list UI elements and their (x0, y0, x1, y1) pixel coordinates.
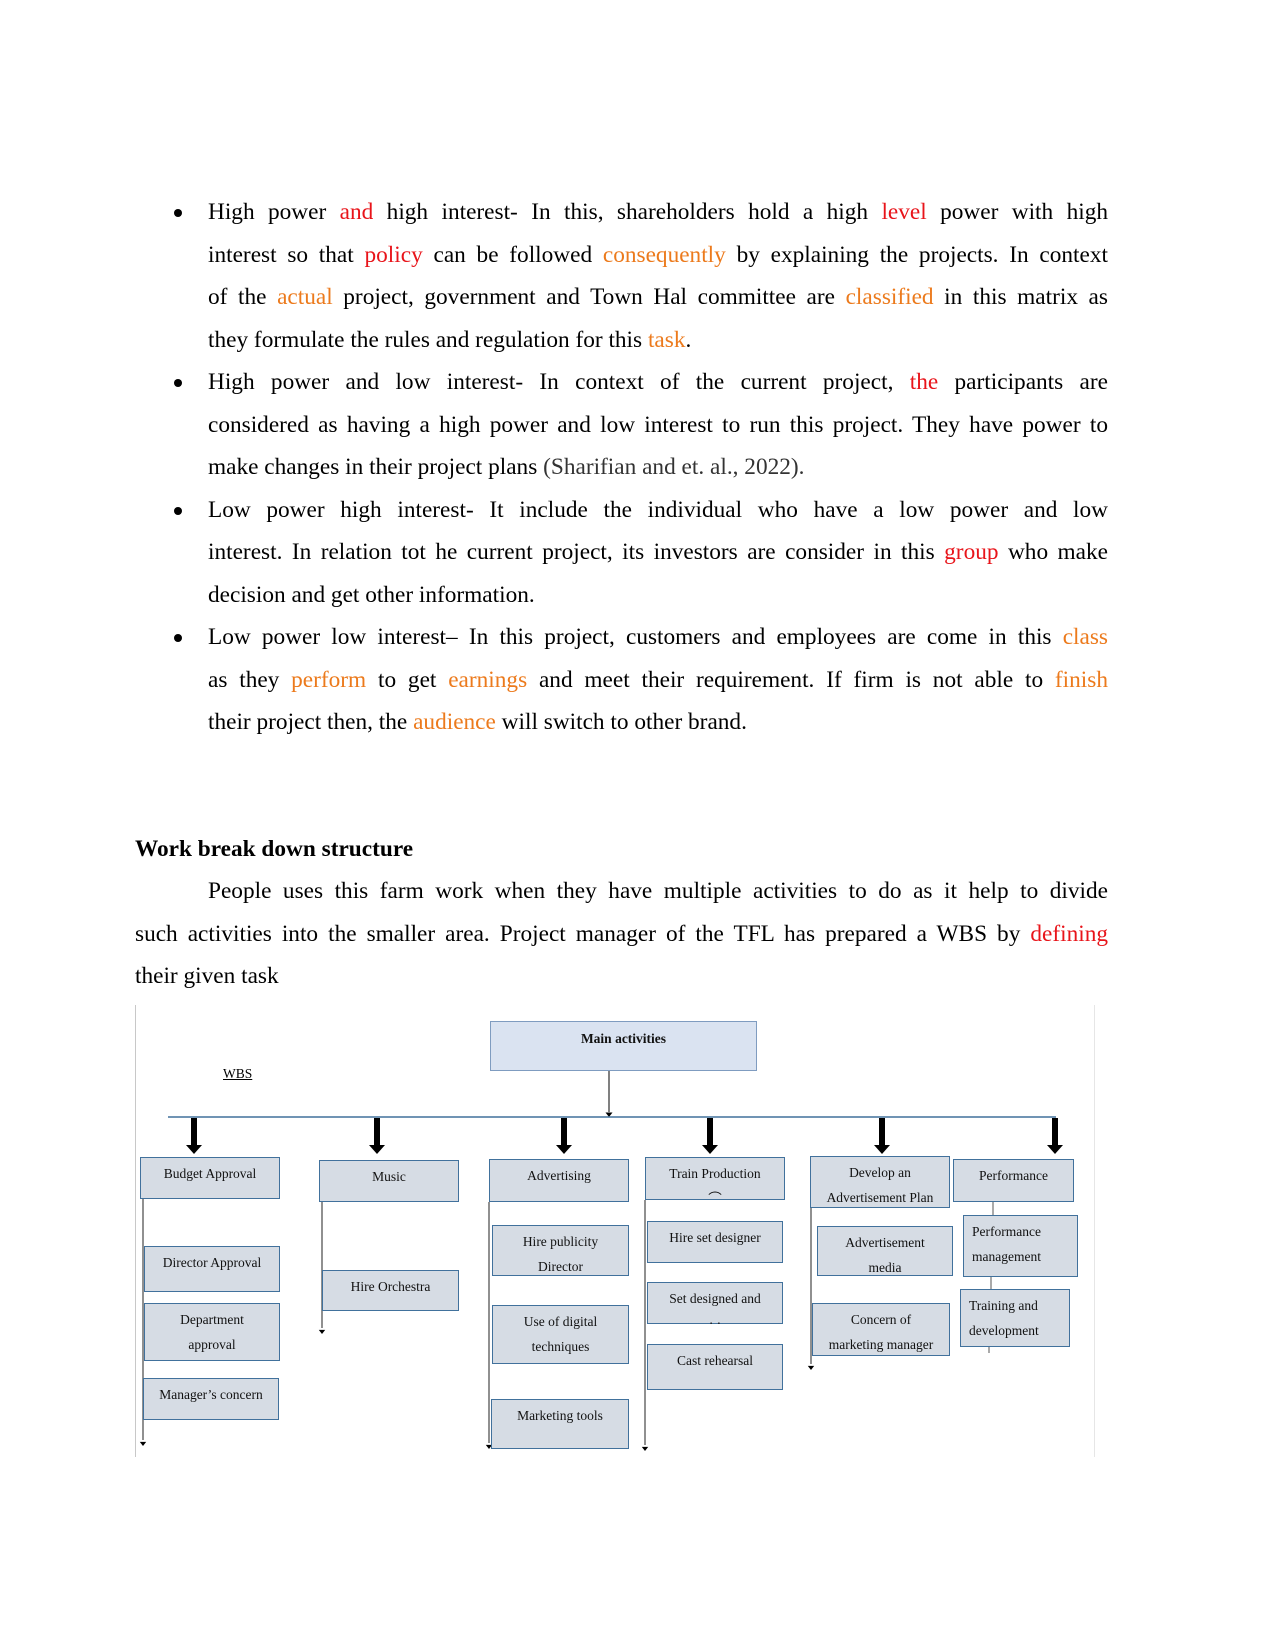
down-arrow-icon (556, 1118, 572, 1154)
branch-box-performance: Performance (953, 1159, 1074, 1202)
branch-box-develop-an-advertisement-plan: Develop an Advertisement Plan (810, 1156, 950, 1208)
box-label: Main activities (580, 1031, 667, 1046)
box-label: Hire publicity (522, 1234, 599, 1249)
box-label: Advertising (527, 1168, 591, 1183)
box-label: Director Approval (162, 1255, 262, 1270)
task-box: Performance management (963, 1215, 1078, 1277)
box-label: ⌒ (708, 1191, 722, 1206)
wbs-diagram: WBS Main activities Budget Approval Direct… (0, 0, 1275, 1650)
task-box: Hire publicity Director (492, 1225, 629, 1276)
box-label: Advertisement Plan (826, 1190, 934, 1205)
task-box: Hire set designer (647, 1221, 783, 1263)
wbs-root-box: Main activities (490, 1021, 757, 1071)
box-label: Manager’s concern (159, 1387, 263, 1402)
box-label: Hire Orchestra (350, 1279, 431, 1294)
box-label: Set designed and (669, 1291, 761, 1306)
box-label: Music (372, 1169, 406, 1184)
box-label: Marketing tools (517, 1408, 603, 1423)
task-box: Advertisement media (817, 1226, 953, 1276)
branch-arrow-icon (641, 1446, 649, 1451)
task-box: Department approval (144, 1303, 280, 1361)
box-label: Cast rehearsal (676, 1353, 754, 1368)
box-label: Hire set designer (669, 1230, 761, 1245)
box-label: techniques (531, 1339, 590, 1354)
branch-box-advertising: Advertising (489, 1159, 629, 1202)
branch-arrow-icon (807, 1365, 815, 1370)
task-box: Cast rehearsal (647, 1344, 783, 1390)
branch-box-train-production: Train Production ⌒ (645, 1157, 785, 1206)
task-box: Manager’s concern (143, 1378, 279, 1420)
down-arrow-icon (1047, 1118, 1063, 1154)
box-label: management (972, 1249, 1041, 1264)
box-label: Develop an (849, 1165, 911, 1180)
box-label: Train Production (669, 1166, 761, 1181)
box-label: Use of digital (523, 1314, 598, 1329)
box-label: marketing manager (828, 1337, 934, 1352)
box-label: · · (708, 1316, 722, 1331)
box-label: Department (180, 1312, 244, 1327)
branch-box-music: Music (319, 1160, 459, 1202)
box-label: Training and (969, 1298, 1038, 1313)
task-box: Use of digital techniques (492, 1305, 629, 1364)
box-label: Performance (979, 1168, 1048, 1183)
box-label: media (868, 1260, 902, 1275)
down-arrow-icon (369, 1118, 385, 1154)
branch-box-budget-approval: Budget Approval (140, 1157, 280, 1199)
task-box: Marketing tools (491, 1399, 629, 1449)
box-label: Budget Approval (163, 1166, 257, 1181)
down-arrow-icon (186, 1118, 202, 1154)
branch-arrow-icon (318, 1329, 326, 1334)
task-box: Concern of marketing manager (812, 1303, 950, 1356)
task-box: Set designed and · · (647, 1282, 783, 1331)
branch-arrow-icon (139, 1441, 147, 1446)
down-arrow-icon (874, 1118, 890, 1154)
box-label: Advertisement (845, 1235, 925, 1250)
down-arrow-icon (702, 1118, 718, 1154)
task-box: Training and development (960, 1289, 1070, 1347)
task-box: Director Approval (144, 1246, 280, 1292)
task-box: Hire Orchestra (322, 1270, 459, 1311)
box-label: approval (188, 1337, 236, 1352)
box-label: Concern of (850, 1312, 912, 1327)
box-label: development (969, 1323, 1039, 1338)
box-label: Director (538, 1259, 583, 1274)
box-label: Performance (972, 1224, 1041, 1239)
